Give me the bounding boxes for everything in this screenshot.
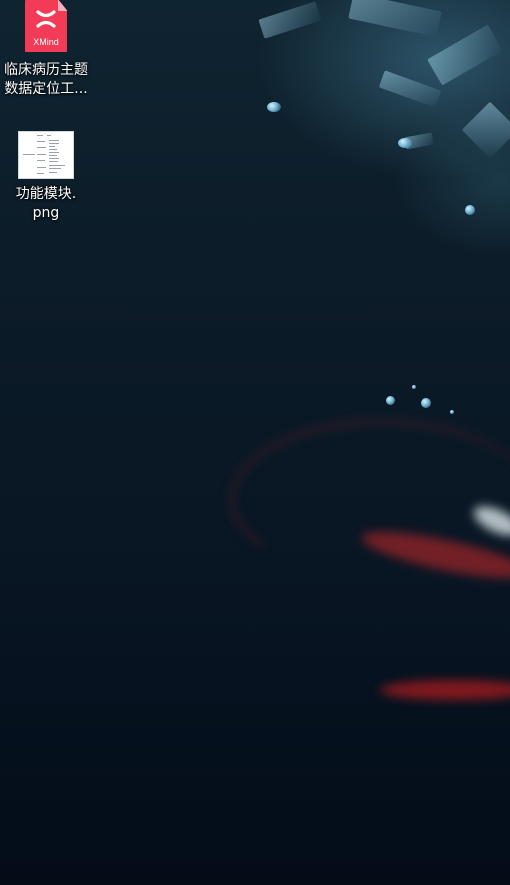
png-image-thumbnail-icon xyxy=(18,131,74,179)
wallpaper-bubble xyxy=(421,398,431,408)
icon-label: 功能模块. png xyxy=(15,186,77,221)
desktop: XMind 临床病历主题 数据定位工... 功能模块. png xyxy=(0,0,510,885)
wallpaper-light-flare xyxy=(469,500,510,542)
wallpaper-bubble xyxy=(465,205,475,215)
wallpaper-bubble xyxy=(412,385,416,389)
xmind-badge-text: XMind xyxy=(33,37,59,47)
wallpaper-light-streak xyxy=(230,420,510,578)
wallpaper-bubble xyxy=(386,396,395,405)
xmind-logo-icon xyxy=(25,10,67,32)
wallpaper-bubble xyxy=(267,102,281,112)
wallpaper-bubble xyxy=(398,138,412,148)
wallpaper-ice-cluster xyxy=(230,0,510,200)
desktop-icon-png-file[interactable]: 功能模块. png xyxy=(0,131,92,223)
wallpaper-light-streak xyxy=(358,522,510,588)
icon-label: 临床病历主题 数据定位工... xyxy=(4,62,88,97)
xmind-file-icon: XMind xyxy=(25,0,67,52)
desktop-icon-xmind-file[interactable]: XMind 临床病历主题 数据定位工... xyxy=(0,0,92,99)
wallpaper-bubble xyxy=(450,410,454,414)
wallpaper-light-streak xyxy=(380,680,510,700)
